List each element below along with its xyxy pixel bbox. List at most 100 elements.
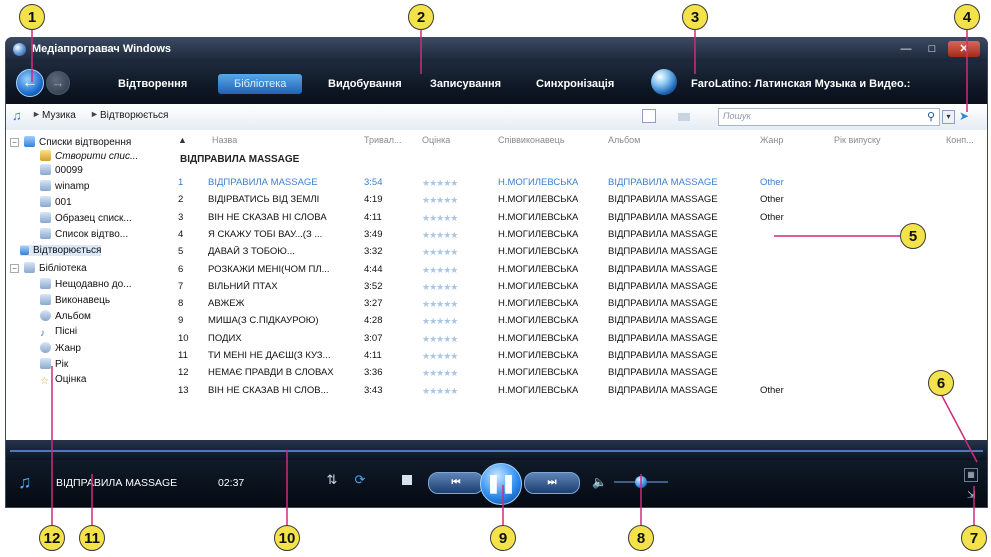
stop-button[interactable] <box>402 475 412 485</box>
close-button[interactable]: ✕ <box>948 41 980 57</box>
sidebar-item-year[interactable]: Рік <box>40 358 68 370</box>
column-header-length[interactable]: Тривал... <box>364 135 401 145</box>
callout-badge: 1 <box>19 4 45 30</box>
callout-badge: 3 <box>682 4 708 30</box>
rating-stars-icon[interactable]: ★★★★★ <box>422 351 462 361</box>
sidebar-item-playlist[interactable]: winamp <box>40 180 89 192</box>
breadcrumb-music[interactable]: Музика <box>42 110 76 121</box>
column-header-contributing-artist[interactable]: Співвиконавець <box>498 135 565 145</box>
shuffle-icon[interactable]: ⇅ <box>324 472 340 488</box>
rating-stars-icon[interactable]: ★★★★★ <box>422 334 462 344</box>
column-header-release-year[interactable]: Рік випуску <box>834 135 881 145</box>
rating-stars-icon[interactable]: ★★★★★ <box>422 299 462 309</box>
search-dropdown-button[interactable]: ▾ <box>942 110 955 124</box>
tab-now-playing[interactable]: Відтворення <box>118 74 187 94</box>
table-row[interactable]: 6 РОЗКАЖИ МЕНІ(ЧОМ ПЛ... 4:44 Н.МОГИЛЕВСЬКА… <box>168 261 987 278</box>
sidebar-item-library[interactable]: Бібліотека <box>24 262 87 274</box>
track-album: ВІДПРАВИЛА MASSAGE <box>608 246 718 258</box>
sidebar-item-album[interactable]: Альбом <box>40 310 91 322</box>
layout-options-button[interactable] <box>678 113 690 121</box>
sidebar-item-playlist[interactable]: Список відтво... <box>40 228 128 240</box>
sidebar-item-genre[interactable]: Жанр <box>40 342 81 354</box>
playback-controls: ♫ ВІДПРАВИЛА MASSAGE 02:37 ⇅ ⟳ ⏮ ❚❚ ⏭ 🔈 … <box>6 460 987 507</box>
table-row[interactable]: 13 ВІН НЕ СКАЗАВ НІ СЛОВ... 3:43 Н.МОГИЛЕВС… <box>168 382 987 399</box>
column-header-genre[interactable]: Жанр <box>760 135 783 145</box>
forward-button[interactable]: → <box>46 71 70 95</box>
rating-stars-icon[interactable]: ★★★★★ <box>422 195 462 205</box>
rating-stars-icon[interactable]: ★★★★★ <box>422 282 462 292</box>
table-row[interactable]: 5 ДАВАЙ З ТОБОЮ... 3:32 Н.МОГИЛЕВСЬКА ВІДПРА… <box>168 243 987 260</box>
options-arrow-icon[interactable]: ➤ <box>959 109 975 123</box>
track-length: 4:11 <box>364 350 382 361</box>
tab-library[interactable]: Бібліотека <box>218 74 303 94</box>
sort-indicator-icon[interactable]: ▲ <box>178 135 187 145</box>
view-options-button[interactable] <box>642 109 656 123</box>
table-row[interactable]: 1 ВІДПРАВИЛА MASSAGE 3:54 Н.МОГИЛЕВСЬКА ВІДП… <box>168 174 987 191</box>
column-header-rating[interactable]: Оцінка <box>422 135 450 145</box>
column-header-album[interactable]: Альбом <box>608 135 640 145</box>
switch-to-now-playing-button[interactable]: ▦ <box>964 468 978 482</box>
track-artist: Н.МОГИЛЕВСЬКА <box>498 384 579 396</box>
rating-stars-icon[interactable]: ★★★★★ <box>422 386 462 396</box>
new-playlist-icon <box>40 150 51 161</box>
sidebar-item-artist[interactable]: Виконавець <box>40 294 110 306</box>
search-input[interactable]: Пошук ⚲ <box>718 108 940 126</box>
sidebar-item-playlist[interactable]: 001 <box>40 196 72 208</box>
table-row[interactable]: 9 МИША(З С.ПІДКАУРОЮ) 4:28 Н.МОГИЛЕВСЬКА ВІД… <box>168 312 987 329</box>
track-artist: Н.МОГИЛЕВСЬКА <box>498 350 579 361</box>
rating-stars-icon[interactable]: ★★★★★ <box>422 230 462 240</box>
title-bar: Медіапрогравач Windows — □ ✕ <box>6 38 987 62</box>
previous-button[interactable]: ⏮ <box>428 472 484 494</box>
sidebar-item-playlist[interactable]: 00099 <box>40 164 83 176</box>
sidebar-item-recently-added[interactable]: Нещодавно до... <box>40 278 132 290</box>
table-row[interactable]: 4 Я СКАЖУ ТОБІ ВАУ...(З ... 3:49 Н.МОГИЛЕВС… <box>168 226 987 243</box>
track-number: 1 <box>178 177 184 188</box>
sidebar-item-create-playlist[interactable]: Створити спис... <box>40 150 138 162</box>
mute-speaker-icon[interactable]: 🔈 <box>592 475 607 489</box>
sidebar-item-rating[interactable]: ☆ Оцінка <box>40 374 86 387</box>
search-icon[interactable]: ⚲ <box>927 110 935 123</box>
sidebar-item-now-playing[interactable]: Відтворюється <box>20 245 102 256</box>
column-header-title[interactable]: Назва <box>212 135 237 145</box>
rating-stars-icon[interactable]: ★★★★★ <box>422 247 462 257</box>
rating-stars-icon[interactable]: ★★★★★ <box>422 316 462 326</box>
column-header-composer[interactable]: Конп... <box>946 135 974 145</box>
repeat-icon[interactable]: ⟳ <box>352 472 368 488</box>
sidebar-item-playlists[interactable]: Списки відтворення <box>24 136 131 148</box>
online-store-icon[interactable] <box>651 69 677 95</box>
next-button[interactable]: ⏭ <box>524 472 580 494</box>
maximize-button[interactable]: □ <box>920 41 944 57</box>
rating-stars-icon[interactable]: ★★★★★ <box>422 368 462 378</box>
table-row[interactable]: 2 ВІДІРВАТИСЬ ВІД ЗЕМЛІ 4:19 Н.МОГИЛЕВСЬКА В… <box>168 191 987 208</box>
tab-sync[interactable]: Синхронізація <box>536 74 614 94</box>
sidebar-item-playlist[interactable]: Образец списк... <box>40 212 132 224</box>
track-list: ▲ Назва Тривал... Оцінка Співвиконавець … <box>168 130 987 440</box>
table-row[interactable]: 12 НЕМАЄ ПРАВДИ В СЛОВАХ 3:36 Н.МОГИЛЕВСЬКА… <box>168 364 987 381</box>
track-artist: Н.МОГИЛЕВСЬКА <box>498 315 579 327</box>
switch-to-compact-mode-icon[interactable]: ⇲ <box>967 490 975 501</box>
rating-stars-icon[interactable]: ★★★★★ <box>422 265 462 275</box>
collapse-icon[interactable]: − <box>10 264 19 273</box>
seek-bar[interactable] <box>6 440 987 460</box>
track-album: ВІДПРАВИЛА MASSAGE <box>608 263 718 275</box>
volume-slider-knob[interactable] <box>635 476 647 488</box>
callout-badge: 2 <box>408 4 434 30</box>
collapse-icon[interactable]: − <box>10 138 19 147</box>
rating-stars-icon[interactable]: ★★★★★ <box>422 213 462 223</box>
table-row[interactable]: 3 ВІН НЕ СКАЗАВ НІ СЛОВА 4:11 Н.МОГИЛЕВСЬКА… <box>168 209 987 226</box>
table-row[interactable]: 11 ТИ МЕНІ НЕ ДАЄШ(З КУЗ... 4:11 Н.МОГИЛЕВС… <box>168 347 987 364</box>
sidebar-item-songs[interactable]: ♪ Пісні <box>40 326 77 339</box>
playlists-icon <box>24 136 35 147</box>
table-row[interactable]: 8 АВЖЕЖ 3:27 Н.МОГИЛЕВСЬКА ВІДПРАВИЛА MASSAG… <box>168 295 987 312</box>
breadcrumb-now-playing[interactable]: Відтворюється <box>100 110 168 121</box>
table-row[interactable]: 7 ВІЛЬНИЙ ПТАХ 3:52 Н.МОГИЛЕВСЬКА ВІДПРАВИЛА… <box>168 278 987 295</box>
pause-button[interactable]: ❚❚ <box>480 463 522 505</box>
tab-burn[interactable]: Записування <box>430 74 501 94</box>
rating-stars-icon[interactable]: ★★★★★ <box>422 178 462 188</box>
online-store-label[interactable]: FaroLatino: Латинская Музыка и Видео.: <box>691 74 910 94</box>
back-button[interactable]: ← <box>16 69 44 97</box>
minimize-button[interactable]: — <box>894 41 918 57</box>
table-row[interactable]: 10 ПОДИХ 3:07 Н.МОГИЛЕВСЬКА ВІДПРАВИЛА MASSA… <box>168 330 987 347</box>
track-genre: Other <box>760 194 784 206</box>
tab-rip[interactable]: Видобування <box>328 74 402 94</box>
